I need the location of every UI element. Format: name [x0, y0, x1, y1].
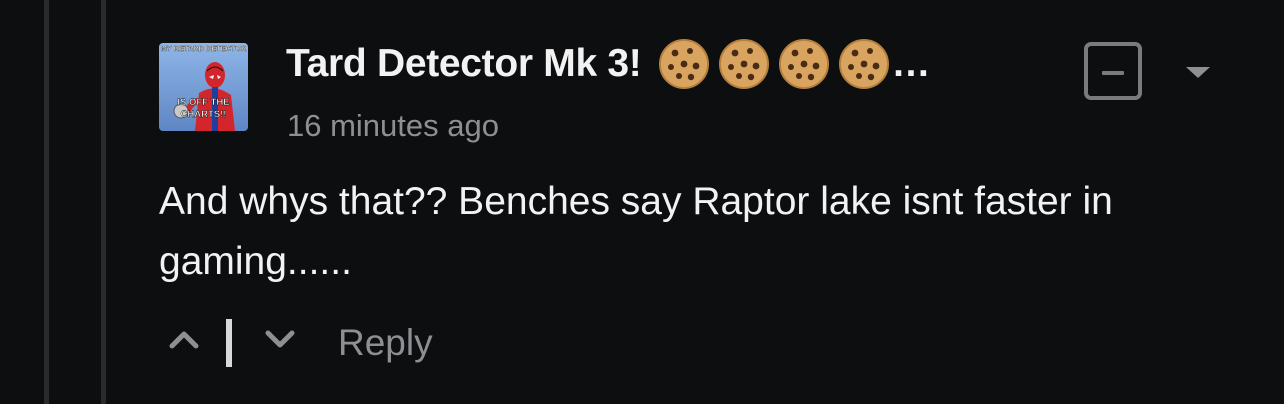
downvote-button[interactable]	[260, 324, 300, 354]
comment-timestamp: 16 minutes ago	[287, 108, 499, 143]
user-avatar[interactable]: MY RETARD DETECTOR IS OFF THE CHARTS!!	[159, 43, 248, 131]
upvote-button[interactable]	[164, 324, 204, 354]
cookie-icon	[778, 39, 829, 89]
comment-page: MY RETARD DETECTOR IS OFF THE CHARTS!! T…	[0, 0, 1284, 404]
svg-text:MY RETARD DETECTOR: MY RETARD DETECTOR	[161, 44, 247, 53]
chevron-up-icon	[169, 331, 199, 349]
cookie-icon	[718, 39, 769, 89]
username-truncation: …	[891, 42, 931, 85]
cookie-icon	[658, 39, 709, 89]
svg-text:IS OFF THE: IS OFF THE	[177, 97, 229, 108]
comment-menu-button[interactable]	[1182, 62, 1214, 82]
svg-text:CHARTS!!: CHARTS!!	[181, 109, 227, 120]
chevron-down-icon	[265, 330, 295, 348]
reply-button[interactable]: Reply	[338, 322, 433, 364]
vote-divider	[226, 319, 232, 367]
thread-line-outer[interactable]	[44, 0, 49, 404]
user-flair	[658, 38, 890, 90]
caret-down-icon	[1186, 67, 1210, 78]
comment-author[interactable]: Tard Detector Mk 3! …	[286, 38, 931, 90]
comment-body-text: And whys that?? Benches say Raptor lake …	[159, 180, 1113, 283]
collapse-comment-button[interactable]	[1084, 42, 1142, 100]
thread-line-inner[interactable]	[101, 0, 106, 404]
avatar-image: MY RETARD DETECTOR IS OFF THE CHARTS!!	[159, 43, 248, 131]
username-text[interactable]: Tard Detector Mk 3!	[286, 42, 642, 86]
minus-square-icon	[1102, 71, 1124, 75]
cookie-icon	[838, 39, 889, 89]
